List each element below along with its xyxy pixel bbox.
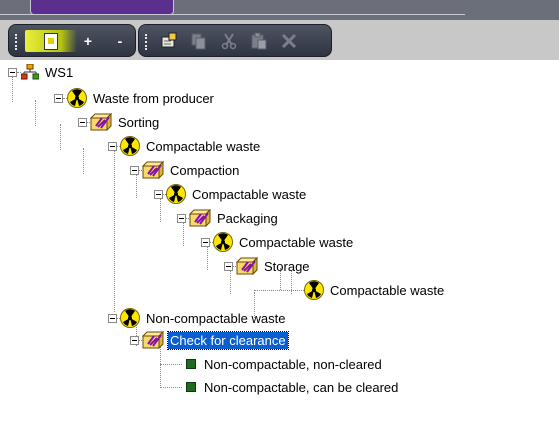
collapse-toggle[interactable] [177, 213, 186, 223]
process-box-icon [141, 330, 165, 350]
green-square-icon [186, 359, 196, 369]
add-item-button[interactable] [25, 30, 77, 52]
active-tab[interactable] [30, 0, 174, 15]
properties-button[interactable] [157, 30, 181, 52]
tree-node-label: Packaging [217, 210, 278, 226]
radiation-icon [166, 184, 186, 204]
tree-node-label: Storage [264, 258, 310, 274]
collapse-toggle[interactable] [8, 67, 17, 77]
paste-icon [251, 32, 267, 50]
tree-node-label: Non-compactable, non-cleared [204, 356, 382, 372]
toolbar-group-edit: + - [8, 24, 136, 57]
tree-node-ws1[interactable]: WS1 [8, 62, 75, 82]
collapse-toggle[interactable] [130, 335, 139, 345]
document-icon [44, 32, 58, 50]
collapse-toggle[interactable] [54, 93, 63, 103]
plus-button[interactable]: + [77, 30, 99, 52]
collapse-toggle[interactable] [78, 117, 87, 127]
tree-node-non-cleared[interactable]: Non-compactable, non-cleared [160, 354, 384, 374]
tree-connector [114, 150, 115, 312]
window-top-strip [0, 0, 559, 20]
collapse-toggle[interactable] [224, 261, 233, 271]
collapse-toggle[interactable] [154, 189, 163, 199]
tree-node-non-compactable-waste[interactable]: Non-compactable waste [108, 308, 287, 328]
process-box-icon [235, 256, 259, 276]
tree-node-compactable-waste[interactable]: Compactable waste [154, 184, 308, 204]
tree-connector [83, 148, 84, 174]
toolbar-grip[interactable] [145, 34, 150, 50]
toolbar: + - [0, 20, 559, 60]
process-box-icon [89, 112, 113, 132]
tree-node-compactable-waste[interactable]: Compactable waste [201, 232, 355, 252]
tree-node-waste-from-producer[interactable]: Waste from producer [54, 88, 216, 108]
tree-node-label: Compactable waste [146, 138, 261, 154]
copy-button[interactable] [187, 30, 211, 52]
tree-node-label: Check for clearance [167, 330, 289, 350]
scissors-icon [221, 33, 237, 50]
tree-node-label: Non-compactable waste [146, 310, 286, 326]
radiation-icon [213, 232, 233, 252]
tree-node-packaging[interactable]: Packaging [177, 208, 280, 228]
collapse-toggle[interactable] [130, 165, 139, 175]
delete-icon [281, 33, 297, 49]
radiation-icon [67, 88, 87, 108]
tree-connector [254, 289, 304, 291]
tree-node-label: Compactable waste [239, 234, 354, 250]
tree-node-label: Non-compactable, can be cleared [204, 379, 399, 395]
toolbar-grip[interactable] [15, 34, 20, 50]
tab-divider [0, 14, 465, 15]
process-tree: WS1 Waste from producer Sorting Compacta… [8, 62, 559, 443]
cut-button[interactable] [217, 30, 241, 52]
paste-button[interactable] [247, 30, 271, 52]
tree-connector [60, 124, 61, 150]
tree-node-compaction[interactable]: Compaction [130, 160, 241, 180]
tree-connector [160, 363, 182, 365]
tree-node-label: WS1 [45, 64, 74, 80]
radiation-icon [304, 280, 324, 300]
tree-connector [35, 100, 36, 126]
tree-node-label: Compactable waste [330, 282, 445, 298]
collapse-toggle[interactable] [108, 141, 117, 151]
tree-node-can-be-cleared[interactable]: Non-compactable, can be cleared [160, 377, 400, 397]
tree-node-compactable-waste[interactable]: Compactable waste [254, 280, 446, 300]
process-box-icon [188, 208, 212, 228]
copy-icon [191, 33, 206, 50]
delete-button[interactable] [277, 30, 301, 52]
tree-node-label: Compaction [170, 162, 240, 178]
minus-button[interactable]: - [109, 30, 131, 52]
tree-node-sorting[interactable]: Sorting [78, 112, 161, 132]
tree-node-check-for-clearance[interactable]: Check for clearance [130, 330, 289, 350]
radiation-icon [120, 136, 140, 156]
green-square-icon [186, 382, 196, 392]
tree-node-label: Waste from producer [93, 90, 214, 106]
tree-connector [160, 386, 182, 388]
collapse-toggle[interactable] [108, 313, 117, 323]
workspace-icon [20, 63, 40, 80]
toolbar-group-clipboard [138, 24, 332, 57]
tree-node-label: Sorting [118, 114, 160, 130]
properties-icon [161, 32, 177, 48]
tree-node-storage[interactable]: Storage [224, 256, 312, 276]
tree-node-compactable-waste[interactable]: Compactable waste [108, 136, 262, 156]
collapse-toggle[interactable] [201, 237, 210, 247]
tree-node-label: Compactable waste [192, 186, 307, 202]
process-box-icon [141, 160, 165, 180]
radiation-icon [120, 308, 140, 328]
